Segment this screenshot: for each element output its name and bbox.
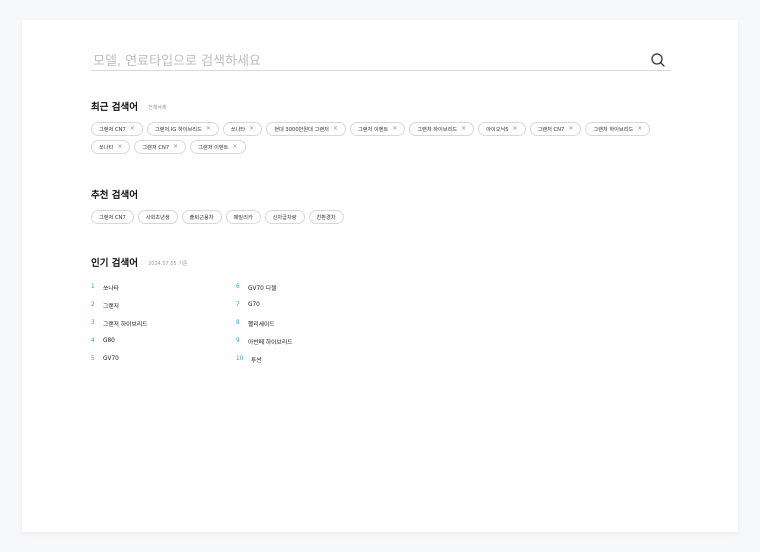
recent-chip-label: 그랜저 하이브리드 [417, 126, 458, 133]
popular-rank: 1 [91, 284, 95, 290]
recent-chip-label: 그랜저 IG 하이브리드 [154, 126, 202, 133]
popular-item[interactable]: 8 펠리세이드 [236, 318, 381, 328]
popular-rank: 5 [91, 356, 95, 362]
popular-rank: 3 [91, 320, 95, 326]
remove-icon[interactable]: × [173, 144, 178, 150]
recommended-chip-label: 신차급차량 [272, 214, 297, 221]
recent-chip[interactable]: 그랜저 하이브리드 × [409, 122, 475, 136]
remove-icon[interactable]: × [333, 126, 338, 132]
remove-icon[interactable]: × [392, 126, 397, 132]
remove-icon[interactable]: × [568, 126, 573, 132]
recommended-chip[interactable]: 신차급차량 [264, 210, 305, 224]
recent-chip[interactable]: 현대 3000만원대 그랜저 × [266, 122, 346, 136]
recent-chips: 그랜저 CN7 × 그랜저 IG 하이브리드 × 쏘나타 × 현대 3000만원대 그랜저 ×… [91, 122, 671, 154]
popular-label: GV70 [103, 356, 119, 362]
recent-chip-label: 쏘나타 [99, 144, 114, 151]
popular-column-right: 6 GV70 디젤 7 G70 8 펠리세이드 9 아반떼 하이브리드 10 투싼 [236, 282, 381, 364]
popular-item[interactable]: 1 쏘나타 [91, 282, 236, 292]
recent-chip[interactable]: 그랜저 이벤트 × [349, 122, 406, 136]
popular-item[interactable]: 2 그랜저 [91, 300, 236, 310]
popular-label: G80 [103, 338, 115, 344]
recommended-chip-label: 그랜저 CN7 [99, 214, 126, 221]
remove-icon[interactable]: × [206, 126, 211, 132]
recent-chip-label: 그랜저 이벤트 [198, 144, 229, 151]
recent-chip[interactable]: 아이오닉5 × [478, 122, 526, 136]
popular-item[interactable]: 4 G80 [91, 336, 236, 346]
popular-rank: 10 [236, 356, 244, 362]
recommended-title: 추천 검색어 [91, 190, 139, 201]
recommended-section: 추천 검색어 그랜저 CN7 사회초년생 출퇴근용차 패밀리카 신차급차량 친환경차 [91, 183, 671, 224]
popular-item[interactable]: 5 GV70 [91, 354, 236, 364]
recent-chip-label: 그랜저 이벤트 [357, 126, 389, 133]
popular-label: GV70 디젤 [248, 285, 277, 292]
recent-chip[interactable]: 그랜저 CN7 × [529, 122, 582, 136]
search-panel: 최근 검색어 전체삭제 그랜저 CN7×그랜저 IG 하이브리드×쏘나타×현대 … [22, 20, 738, 532]
search-bar [91, 50, 671, 72]
recent-chip[interactable]: 그랜저 CN7 × [134, 140, 187, 154]
remove-icon[interactable]: × [117, 144, 122, 150]
popular-column-left: 1 쏘나타 2 그랜저 3 그랜저 하이브리드 4 G80 5 GV70 [91, 282, 236, 364]
recommended-chip-label: 사회초년생 [145, 214, 170, 221]
search-button[interactable] [649, 51, 667, 69]
popular-label: G70 [248, 302, 260, 308]
recommended-chip[interactable]: 친환경차 [308, 210, 344, 224]
recent-chip[interactable]: 쏘나타 × [91, 140, 131, 154]
popular-label: 쏘나타 [103, 285, 119, 292]
search-input[interactable] [91, 50, 635, 72]
remove-icon[interactable]: × [249, 126, 254, 132]
recommended-chip-label: 패밀리카 [233, 214, 253, 221]
recent-chip-label: 현대 3000만원대 그랜저 [274, 126, 329, 133]
remove-icon[interactable]: × [232, 144, 237, 150]
popular-rank: 4 [91, 338, 95, 344]
popular-rank: 2 [91, 302, 95, 308]
recommended-chip-label: 친환경차 [316, 214, 336, 221]
popular-rank: 6 [236, 284, 240, 290]
recommended-chip[interactable]: 출퇴근용차 [181, 210, 222, 224]
popular-list: 1 쏘나타 2 그랜저 3 그랜저 하이브리드 4 G80 5 GV70 6 GV70 디젤 7 G70… [91, 282, 381, 364]
recent-chip[interactable]: 그랜저 IG 하이브리드 × [146, 122, 219, 136]
recent-chip-label: 쏘나타 [230, 126, 246, 133]
remove-icon[interactable]: × [513, 126, 518, 132]
recent-chip-label: 아이오닉5 [486, 126, 509, 133]
popular-rank: 7 [236, 302, 240, 308]
recent-chip-label: 그랜저 CN7 [99, 126, 126, 133]
remove-icon[interactable]: × [461, 126, 466, 132]
recent-chip[interactable]: 그랜저 CN7 × [91, 122, 143, 136]
popular-title: 인기 검색어 [91, 258, 139, 269]
recent-chip-label: 그랜저 CN7 [537, 126, 565, 133]
recent-chip-label: 그랜저 CN7 [142, 144, 170, 151]
popular-rank: 9 [236, 338, 240, 344]
popular-label: 그랜저 하이브리드 [103, 321, 148, 328]
recommended-chip[interactable]: 사회초년생 [137, 210, 178, 224]
popular-item[interactable]: 9 아반떼 하이브리드 [236, 336, 381, 346]
popular-label: 투싼 [251, 357, 262, 364]
search-icon [651, 53, 665, 67]
recommended-chip[interactable]: 패밀리카 [225, 210, 261, 224]
popular-date: 2024.07.05 기준 [148, 261, 188, 267]
popular-label: 아반떼 하이브리드 [248, 339, 293, 346]
recommended-chips: 그랜저 CN7 사회초년생 출퇴근용차 패밀리카 신차급차량 친환경차 [91, 210, 671, 224]
recommended-chip[interactable]: 그랜저 CN7 [91, 210, 134, 224]
popular-item[interactable]: 10 투싼 [236, 354, 381, 364]
popular-label: 그랜저 [103, 303, 119, 310]
popular-item[interactable]: 6 GV70 디젤 [236, 282, 381, 292]
recent-chip[interactable]: 쏘나타 × [222, 122, 263, 136]
popular-rank: 8 [236, 320, 240, 326]
recent-searches-title: 최근 검색어 [91, 102, 139, 113]
remove-icon[interactable]: × [637, 126, 642, 132]
popular-label: 펠리세이드 [248, 321, 275, 328]
remove-icon[interactable]: × [130, 126, 135, 132]
recent-chip[interactable]: 그랜저 이벤트 × [190, 140, 246, 154]
recommended-chip-label: 출퇴근용차 [189, 214, 214, 221]
popular-item[interactable]: 3 그랜저 하이브리드 [91, 318, 236, 328]
popular-section: 인기 검색어 2024.07.05 기준 1 쏘나타 2 그랜저 3 그랜저 하이브리드 4… [91, 251, 381, 364]
recent-chip[interactable]: 그랜저 하이브리드 × [585, 122, 651, 136]
popular-item[interactable]: 7 G70 [236, 300, 381, 310]
clear-all-link[interactable]: 전체삭제 [148, 104, 166, 111]
recent-chip-label: 그랜저 하이브리드 [593, 126, 634, 133]
recent-searches-section: 최근 검색어 전체삭제 그랜저 CN7 × 그랜저 IG 하이브리드 × 쏘나타 × 현대 … [91, 95, 671, 154]
